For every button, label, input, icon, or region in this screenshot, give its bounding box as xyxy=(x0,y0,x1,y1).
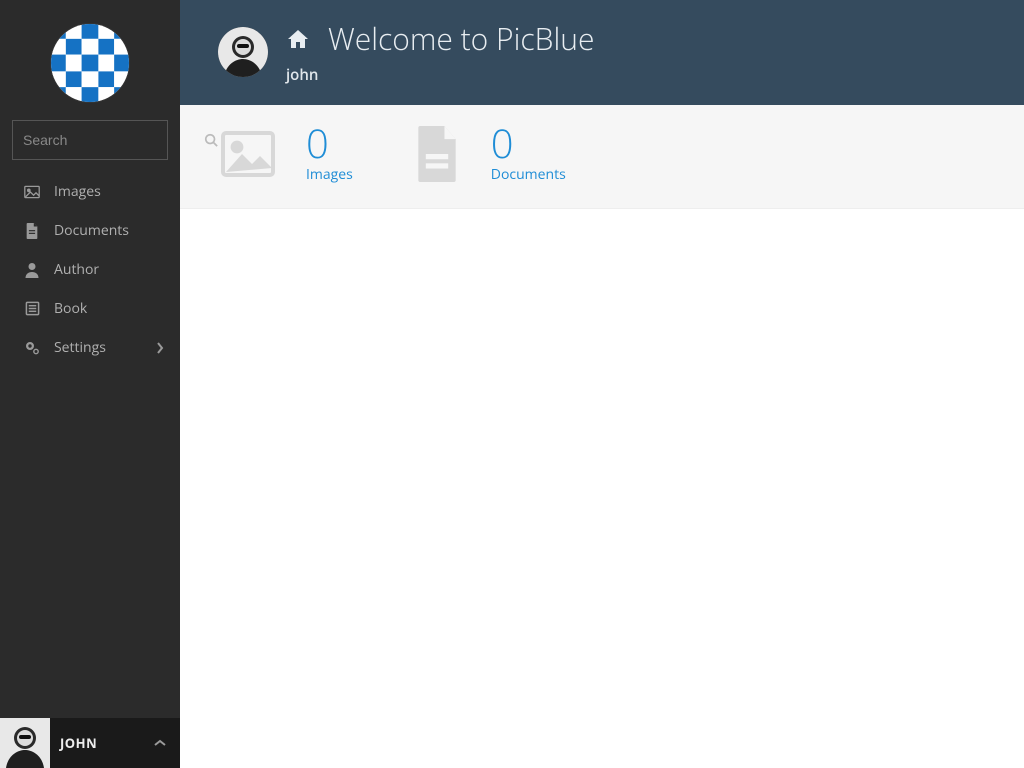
stats-bar: 0 Images 0 Documents xyxy=(180,105,1024,209)
sidebar-item-label: Images xyxy=(54,182,101,201)
book-icon xyxy=(24,301,40,316)
page-header: Welcome to PicBlue john xyxy=(180,0,1024,105)
stat-images[interactable]: 0 Images xyxy=(220,123,353,184)
page-title: Welcome to PicBlue xyxy=(328,18,594,59)
sidebar-item-book[interactable]: Book xyxy=(0,289,180,328)
stat-count: 0 xyxy=(306,123,353,163)
page-subtitle-username: john xyxy=(286,65,594,85)
stat-label: Images xyxy=(306,165,353,184)
sidebar-nav: Images Documents Author xyxy=(0,172,180,367)
search-icon[interactable] xyxy=(204,133,218,147)
stat-label: Documents xyxy=(491,165,566,184)
sidebar-item-label: Settings xyxy=(54,338,106,357)
main-area: Welcome to PicBlue john 0 Images xyxy=(180,0,1024,768)
user-name-label: JOHN xyxy=(60,734,144,752)
sidebar-item-label: Book xyxy=(54,299,87,318)
sidebar-item-label: Author xyxy=(54,260,99,279)
home-icon xyxy=(286,28,310,50)
sidebar: Images Documents Author xyxy=(0,0,180,768)
search-input[interactable] xyxy=(23,132,204,148)
sidebar-item-label: Documents xyxy=(54,221,129,240)
document-icon xyxy=(413,126,461,182)
chevron-up-icon xyxy=(154,739,166,747)
sidebar-item-settings[interactable]: Settings xyxy=(0,328,180,367)
avatar[interactable] xyxy=(218,27,268,77)
gears-icon xyxy=(24,340,40,356)
image-icon xyxy=(220,130,276,178)
document-icon xyxy=(24,223,40,239)
sidebar-item-documents[interactable]: Documents xyxy=(0,211,180,250)
stat-count: 0 xyxy=(491,123,566,163)
avatar xyxy=(0,718,50,768)
sidebar-item-author[interactable]: Author xyxy=(0,250,180,289)
user-icon xyxy=(24,262,40,278)
search-box[interactable] xyxy=(12,120,168,160)
image-icon xyxy=(24,185,40,199)
stat-documents[interactable]: 0 Documents xyxy=(413,123,566,184)
sidebar-item-images[interactable]: Images xyxy=(0,172,180,211)
logo-sphere-icon xyxy=(51,24,129,102)
user-menu-toggle[interactable]: JOHN xyxy=(0,718,180,768)
logo[interactable] xyxy=(0,0,180,120)
chevron-right-icon xyxy=(156,342,164,354)
content-area xyxy=(180,209,1024,768)
